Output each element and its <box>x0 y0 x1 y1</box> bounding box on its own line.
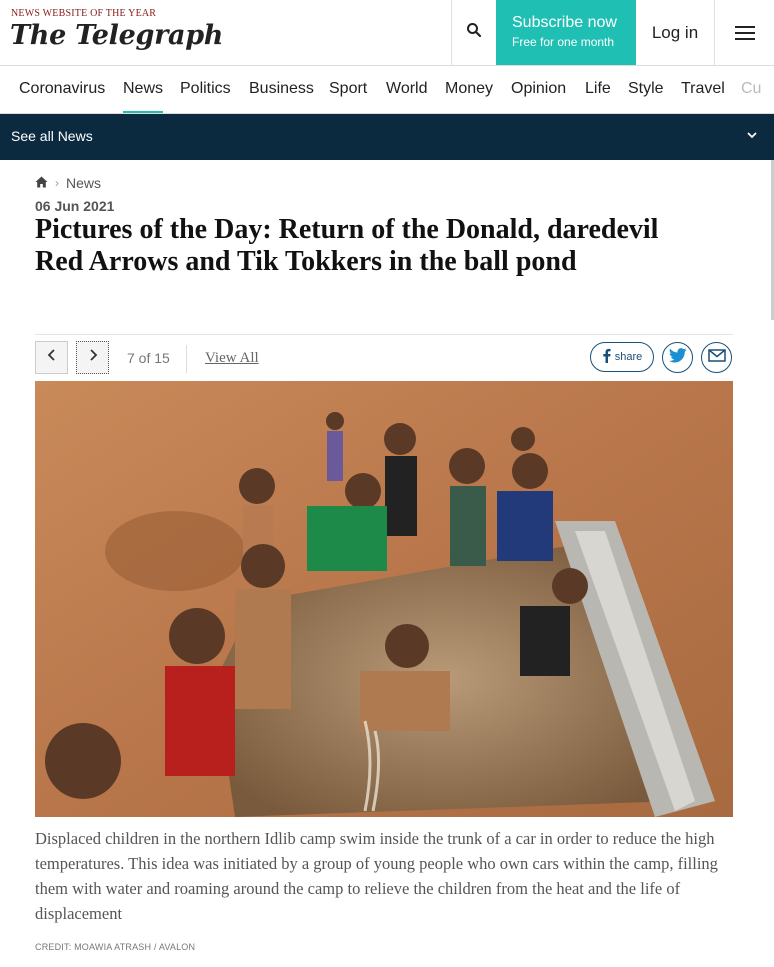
mail-icon <box>707 348 726 367</box>
breadcrumb: › News <box>35 175 101 191</box>
subscribe-label: Subscribe now <box>512 14 617 31</box>
chevron-right-icon: › <box>55 176 59 190</box>
nav-item-news[interactable]: News <box>123 66 164 113</box>
nav-item-coronavirus[interactable]: Coronavirus <box>19 66 105 113</box>
subscribe-button[interactable]: Subscribe now Free for one month <box>496 0 636 65</box>
gallery-photo[interactable] <box>35 381 733 817</box>
award-tagline: NEWS WEBSITE OF THE YEAR <box>11 8 157 19</box>
nav-item-style[interactable]: Style <box>628 66 664 113</box>
chevron-down-icon[interactable] <box>746 128 758 146</box>
nav-item-business[interactable]: Business <box>249 66 314 113</box>
share-label: share <box>614 351 643 363</box>
nav-item-world[interactable]: World <box>386 66 428 113</box>
photo-credit: CREDIT: MOAWIA ATRASH / AVALON <box>35 942 196 952</box>
gallery-counter: 7 of 15 <box>127 350 170 366</box>
home-icon[interactable] <box>35 175 48 191</box>
next-button[interactable] <box>76 341 109 374</box>
site-header: NEWS WEBSITE OF THE YEAR The Telegraph S… <box>0 0 774 66</box>
see-all-news-link[interactable]: See all News <box>11 128 93 144</box>
telegraph-logo[interactable]: The Telegraph <box>10 20 223 51</box>
prev-button[interactable] <box>35 341 68 374</box>
email-share-button[interactable] <box>701 342 732 373</box>
menu-button[interactable] <box>714 0 774 65</box>
twitter-share-button[interactable] <box>662 342 693 373</box>
search-button[interactable] <box>451 0 496 65</box>
search-icon <box>466 22 482 43</box>
nav-item-sport[interactable]: Sport <box>329 66 367 113</box>
nav-item-life[interactable]: Life <box>585 66 611 113</box>
chevron-left-icon <box>47 348 57 367</box>
divider <box>35 334 733 335</box>
chevron-right-icon <box>88 348 98 367</box>
nav-item-culture[interactable]: Cu <box>741 66 761 113</box>
nav-item-travel[interactable]: Travel <box>681 66 725 113</box>
login-button[interactable]: Log in <box>636 0 714 65</box>
section-nav: Coronavirus News Politics Business Sport… <box>0 66 774 114</box>
subscribe-sublabel: Free for one month <box>512 35 615 49</box>
nav-item-politics[interactable]: Politics <box>180 66 231 113</box>
twitter-icon <box>668 347 687 368</box>
publish-date: 06 Jun 2021 <box>35 198 115 214</box>
nav-item-opinion[interactable]: Opinion <box>511 66 566 113</box>
facebook-icon <box>602 348 611 366</box>
photo-caption: Displaced children in the northern Idlib… <box>35 829 718 923</box>
hamburger-icon <box>734 25 755 40</box>
divider <box>186 345 187 373</box>
nav-item-money[interactable]: Money <box>445 66 493 113</box>
section-subbar: See all News <box>0 114 774 160</box>
article-title: Pictures of the Day: Return of the Donal… <box>35 214 659 277</box>
breadcrumb-news[interactable]: News <box>66 175 101 191</box>
facebook-share-button[interactable]: share <box>590 342 654 372</box>
view-all-link[interactable]: View All <box>205 350 259 367</box>
